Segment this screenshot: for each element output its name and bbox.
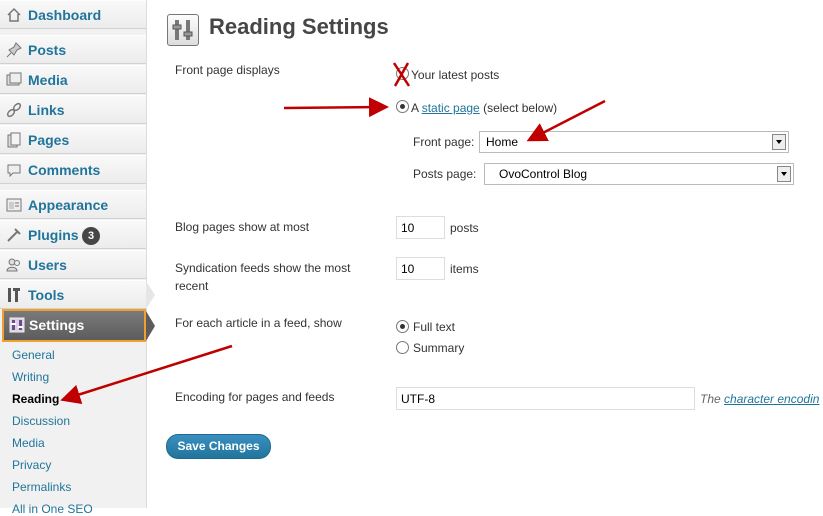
sidebar-item-dashboard[interactable]: Dashboard (0, 0, 146, 29)
chevron-down-icon[interactable] (772, 134, 786, 150)
sidebar-item-posts[interactable]: Posts (0, 35, 146, 64)
sidebar-item-tools[interactable]: Tools (0, 280, 146, 309)
encoding-input[interactable]: UTF-8 (396, 387, 695, 410)
submenu-general[interactable]: General (12, 348, 55, 362)
dashboard-icon (7, 7, 21, 22)
chevron-down-icon[interactable] (777, 166, 791, 182)
settings-icon (9, 317, 25, 333)
sidebar-item-label: Links (28, 102, 65, 118)
submenu-all-in-one-seo[interactable]: All in One SEO (12, 502, 93, 516)
static-page-link[interactable]: static page (422, 101, 480, 115)
comment-icon (7, 164, 21, 178)
plugin-update-count-badge: 3 (82, 227, 100, 245)
feed-article-label: For each article in a feed, show (175, 316, 342, 330)
sidebar-item-label: Settings (29, 317, 85, 333)
front-page-displays-label: Front page displays (175, 63, 280, 77)
front-page-selected-value: Home (486, 135, 519, 149)
sidebar-item-label: Pages (28, 132, 70, 148)
sidebar-item-label: Dashboard (28, 7, 102, 23)
save-changes-button[interactable]: Save Changes (166, 434, 271, 459)
summary-label: Summary (413, 341, 465, 355)
sidebar-item-media[interactable]: Media (0, 65, 146, 94)
media-icon (6, 72, 22, 86)
pages-icon (7, 132, 21, 148)
static-page-prefix: A (411, 101, 419, 115)
static-page-suffix: (select below) (483, 101, 558, 115)
blog-pages-unit: posts (450, 221, 479, 235)
sidebar-item-users[interactable]: Users (0, 250, 146, 279)
sidebar-item-pages[interactable]: Pages (0, 125, 146, 154)
sidebar-item-label: Tools (28, 287, 65, 303)
front-page-select-label: Front page: (413, 135, 475, 149)
submenu-privacy[interactable]: Privacy (12, 458, 51, 472)
posts-page-select-label: Posts page: (413, 167, 477, 181)
sidebar-item-label: Posts (28, 42, 67, 58)
pin-icon (6, 42, 22, 58)
sidebar-item-label: Media (28, 72, 68, 88)
full-text-label: Full text (413, 320, 456, 334)
radio-latest-posts[interactable] (396, 67, 409, 80)
sidebar-item-appearance[interactable]: Appearance (0, 190, 146, 219)
link-icon (6, 102, 22, 118)
encoding-label: Encoding for pages and feeds (175, 390, 335, 404)
character-encoding-link[interactable]: character encodin (724, 392, 819, 406)
admin-sidebar: Dashboard Posts Media Links Pages Commen… (0, 0, 155, 516)
sidebar-item-label: Appearance (28, 197, 109, 213)
syndication-label: Syndication feeds show the most recent (175, 261, 351, 293)
latest-posts-label: Your latest posts (411, 68, 500, 82)
page-title: Reading Settings (209, 14, 389, 39)
settings-page-icon (167, 14, 199, 46)
sidebar-item-label: Users (28, 257, 67, 273)
appearance-icon (6, 198, 22, 212)
radio-summary[interactable] (396, 341, 409, 354)
posts-page-select[interactable]: OvoControl Blog (484, 163, 794, 185)
submenu-media[interactable]: Media (12, 436, 45, 450)
radio-static-page[interactable] (396, 100, 409, 113)
sidebar-item-comments[interactable]: Comments (0, 155, 146, 184)
sidebar-item-label: Comments (28, 162, 101, 178)
sidebar-item-label: Plugins (28, 227, 79, 243)
front-page-select[interactable]: Home (479, 131, 789, 153)
radio-full-text[interactable] (396, 320, 409, 333)
settings-main: Reading Settings Front page displays You… (147, 0, 823, 508)
sidebar-item-links[interactable]: Links (0, 95, 146, 124)
submenu-reading[interactable]: Reading (12, 392, 59, 406)
encoding-hint: The character encodin (700, 392, 819, 406)
sidebar-item-plugins[interactable]: Plugins 3 (0, 220, 146, 249)
static-page-option: A static page (select below) (411, 101, 557, 115)
blog-pages-input[interactable]: 10 (396, 216, 445, 239)
submenu-permalinks[interactable]: Permalinks (12, 480, 71, 494)
submenu-writing[interactable]: Writing (12, 370, 49, 384)
syndication-unit: items (450, 262, 479, 276)
submenu-discussion[interactable]: Discussion (12, 414, 70, 428)
encoding-hint-prefix: The (700, 392, 721, 406)
sidebar-item-settings[interactable]: Settings (2, 309, 146, 342)
blog-pages-label: Blog pages show at most (175, 220, 310, 234)
users-icon (6, 258, 20, 272)
plugin-icon (7, 228, 21, 242)
syndication-input[interactable]: 10 (396, 257, 445, 280)
posts-page-selected-value: OvoControl Blog (499, 167, 588, 181)
tools-icon (8, 288, 20, 302)
